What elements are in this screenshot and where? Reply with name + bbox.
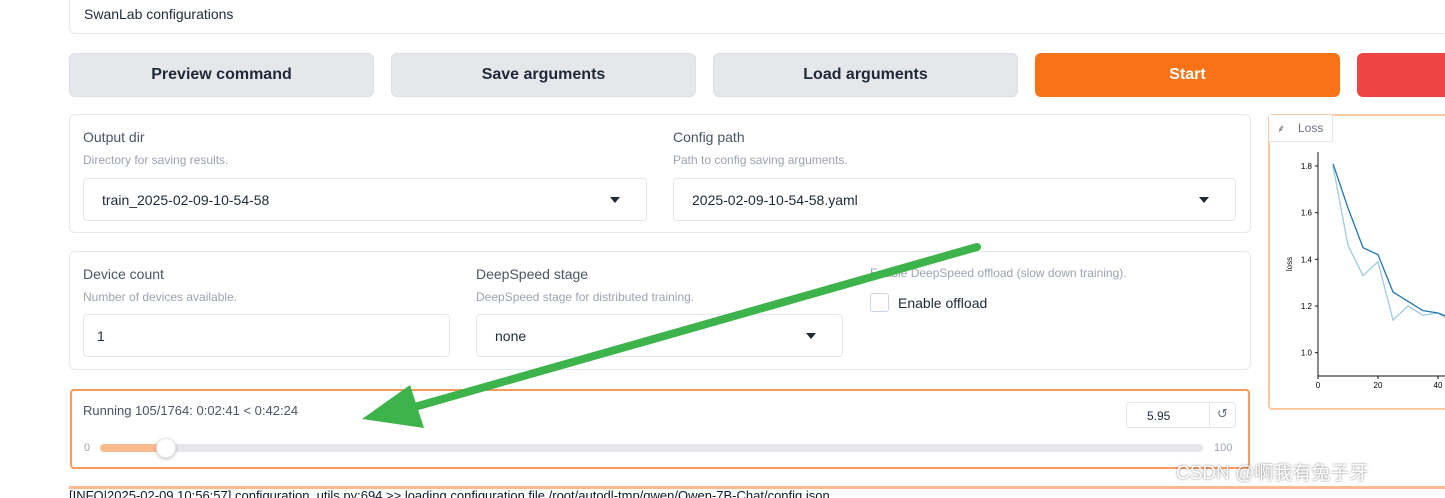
y-tick-label: 1.8: [1301, 162, 1313, 171]
device-count-label: Device count: [83, 266, 164, 282]
output-dir-value: train_2025-02-09-10-54-58: [102, 191, 270, 208]
log-output: [INFO|2025-02-09 10:56:57] configuration…: [69, 489, 1445, 498]
loss-tab-label: Loss: [1298, 121, 1324, 135]
output-dir-dropdown[interactable]: train_2025-02-09-10-54-58: [83, 178, 647, 221]
progress-value: 5.95: [1147, 409, 1171, 423]
preview-command-label: Preview command: [151, 66, 292, 83]
loss-chart: loss 1.8 1.6 1.4 1.2 1.0 0 20 40: [1285, 152, 1445, 390]
x-tick-label: 20: [1374, 381, 1383, 390]
x-tick-label: 40: [1434, 381, 1443, 390]
progress-slider-thumb[interactable]: [156, 438, 176, 458]
save-arguments-button[interactable]: Save arguments: [391, 53, 696, 97]
chevron-down-icon: [1199, 196, 1209, 203]
loss-smoothed-line: [1332, 163, 1445, 317]
device-count-info: Number of devices available.: [83, 290, 238, 304]
start-label: Start: [1169, 66, 1206, 83]
y-tick-label: 1.6: [1301, 209, 1313, 218]
annotation-arrow: [362, 243, 981, 428]
y-tick-label: 1.4: [1301, 255, 1313, 264]
progress-number-input[interactable]: 5.95 ↺: [1126, 402, 1236, 428]
y-axis-label: loss: [1285, 257, 1294, 271]
slider-min: 0: [84, 442, 91, 454]
x-tick-label: 0: [1316, 381, 1321, 390]
divider: [1209, 403, 1210, 427]
config-path-value: 2025-02-09-10-54-58.yaml: [692, 191, 858, 208]
load-arguments-button[interactable]: Load arguments: [713, 53, 1018, 97]
chart-icon: ⸙: [1277, 123, 1286, 135]
y-tick-label: 1.0: [1301, 349, 1313, 358]
progress-status: Running 105/1764: 0:02:41 < 0:42:24: [83, 403, 299, 418]
load-arguments-label: Load arguments: [803, 66, 928, 83]
y-tick-label: 1.2: [1301, 302, 1313, 311]
watermark: CSDN @啊我有兔子牙: [1176, 463, 1369, 484]
start-button[interactable]: Start: [1035, 53, 1340, 97]
progress-slider-track[interactable]: [100, 444, 1203, 452]
chevron-down-icon: [610, 196, 620, 203]
slider-max: 100: [1214, 442, 1233, 454]
save-arguments-label: Save arguments: [481, 66, 606, 83]
output-dir-info: Directory for saving results.: [83, 153, 229, 167]
output-dir-label: Output dir: [83, 129, 145, 145]
loss-plot-tab: ⸙ Loss: [1269, 115, 1333, 142]
config-path-info: Path to config saving arguments.: [673, 153, 848, 167]
reset-icon[interactable]: ↺: [1217, 406, 1228, 422]
config-path-dropdown[interactable]: 2025-02-09-10-54-58.yaml: [673, 178, 1236, 221]
accordion-title: SwanLab configurations: [84, 6, 234, 22]
loss-raw-line: [1332, 165, 1445, 322]
abort-button[interactable]: [1357, 53, 1445, 97]
swanlab-config-accordion[interactable]: SwanLab configurations: [69, 0, 1445, 34]
config-path-label: Config path: [673, 129, 745, 145]
preview-command-button[interactable]: Preview command: [69, 53, 374, 97]
device-count-value: 1: [97, 327, 105, 344]
